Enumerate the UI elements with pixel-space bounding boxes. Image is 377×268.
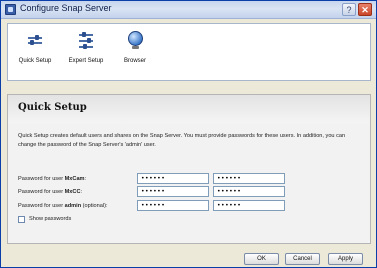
cancel-button[interactable]: Cancel [285,253,320,265]
expert-setup-icon [76,30,96,50]
quick-setup-label: Quick Setup [18,58,52,64]
browser-label: Browser [123,58,146,64]
confirm-password-field-mxcc[interactable]: •••••• [213,186,285,197]
confirm-password-field-mxcam[interactable]: •••••• [213,173,285,184]
password-field-mxcam[interactable]: •••••• [137,173,209,184]
ok-button[interactable]: OK [244,253,279,265]
help-button[interactable]: ? [342,3,356,16]
panel-description: Quick Setup creates default users and sh… [18,133,346,148]
password-field-admin[interactable]: •••••• [137,200,209,211]
setup-toolbar: Quick Setup Expert Setup Browser [7,23,371,81]
password-label-mxcam: Password for user MxCam: [18,176,87,182]
configure-snap-server-window: Configure Snap Server ? ✕ Quick Setup Ex… [0,0,377,268]
quick-setup-icon [25,30,45,50]
password-field-mxcc[interactable]: •••••• [137,186,209,197]
expert-setup-tool[interactable]: Expert Setup [68,30,104,64]
quick-setup-tool[interactable]: Quick Setup [18,30,52,64]
browser-tool[interactable]: Browser [120,30,150,64]
browser-globe-icon [125,30,145,50]
show-passwords-checkbox[interactable] [18,216,25,223]
close-button[interactable]: ✕ [358,3,372,16]
password-label-admin: Password for user admin (optional): [18,203,108,209]
window-title: Configure Snap Server [20,3,112,13]
password-label-mxcc: Password for user MxCC: [18,189,83,195]
confirm-password-field-admin[interactable]: •••••• [213,200,285,211]
apply-button[interactable]: Apply [328,253,363,265]
title-bar[interactable]: Configure Snap Server ? ✕ [1,1,376,19]
panel-title: Quick Setup [18,102,87,113]
expert-setup-label: Expert Setup [68,58,104,64]
app-icon [5,4,16,15]
show-passwords-label: Show passwords [29,216,72,222]
panel-header: Quick Setup [8,95,370,123]
quick-setup-panel: Quick Setup Quick Setup creates default … [7,94,371,244]
